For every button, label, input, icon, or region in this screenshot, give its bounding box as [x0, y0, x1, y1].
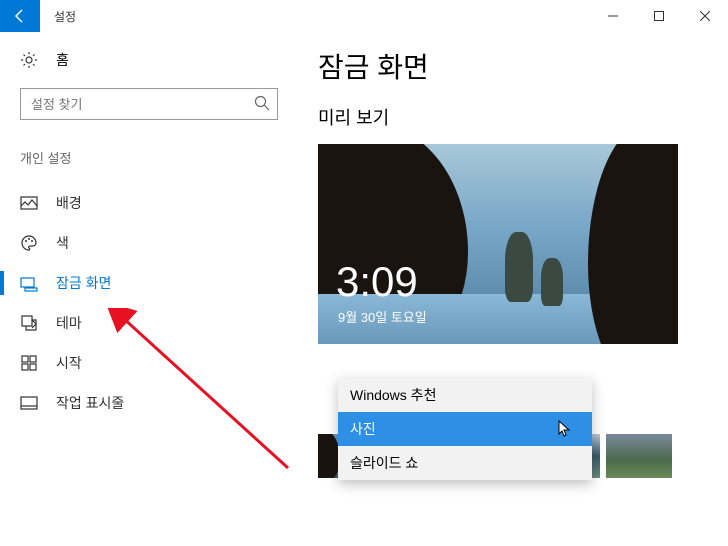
minimize-button[interactable] [590, 0, 636, 32]
taskbar-icon [20, 394, 38, 412]
section-title: 개인 설정 [20, 148, 278, 167]
preview-rock [505, 232, 533, 302]
picture-icon [20, 194, 38, 212]
cursor-icon [558, 420, 572, 441]
dropdown-item-picture[interactable]: 사진 [338, 412, 592, 446]
sidebar-item-label: 작업 표시줄 [56, 393, 124, 413]
themes-icon [20, 314, 38, 332]
lockscreen-preview: 3:09 9월 30일 토요일 [318, 144, 678, 344]
titlebar: 설정 [0, 0, 728, 32]
back-button[interactable] [0, 0, 40, 32]
palette-icon [20, 234, 38, 252]
thumbnail[interactable] [606, 434, 672, 478]
close-button[interactable] [682, 0, 728, 32]
dropdown-item-spotlight[interactable]: Windows 추천 [338, 378, 592, 412]
sidebar: 홈 개인 설정 배경 색 잠금 화면 테마 시작 [0, 32, 298, 546]
sidebar-item-label: 배경 [56, 193, 82, 213]
sidebar-item-themes[interactable]: 테마 [20, 303, 278, 343]
sidebar-item-background[interactable]: 배경 [20, 183, 278, 223]
lockscreen-icon [20, 274, 38, 292]
window-controls [590, 0, 728, 32]
sidebar-item-label: 잠금 화면 [56, 273, 111, 293]
sidebar-item-label: 색 [56, 233, 69, 253]
maximize-icon [654, 11, 664, 21]
minimize-icon [608, 11, 618, 21]
arrow-left-icon [12, 8, 28, 24]
sidebar-item-label: 시작 [56, 353, 82, 373]
window-title: 설정 [54, 8, 76, 25]
home-label: 홈 [56, 50, 69, 70]
preview-time: 3:09 [336, 258, 418, 306]
sidebar-item-lockscreen[interactable]: 잠금 화면 [20, 263, 278, 303]
search-icon [254, 95, 270, 116]
start-icon [20, 354, 38, 372]
search-input[interactable] [20, 88, 278, 120]
background-dropdown[interactable]: Windows 추천 사진 슬라이드 쇼 [338, 378, 592, 480]
gear-icon [20, 51, 38, 69]
sidebar-item-label: 테마 [56, 313, 82, 333]
sidebar-item-colors[interactable]: 색 [20, 223, 278, 263]
sidebar-item-start[interactable]: 시작 [20, 343, 278, 383]
dropdown-item-label: 슬라이드 쇼 [350, 453, 418, 473]
home-link[interactable]: 홈 [20, 50, 278, 70]
maximize-button[interactable] [636, 0, 682, 32]
close-icon [700, 11, 710, 21]
preview-label: 미리 보기 [318, 104, 710, 130]
dropdown-item-label: 사진 [350, 419, 376, 439]
preview-rock [541, 258, 563, 306]
dropdown-item-label: Windows 추천 [350, 385, 436, 405]
dropdown-item-slideshow[interactable]: 슬라이드 쇼 [338, 446, 592, 480]
sidebar-item-taskbar[interactable]: 작업 표시줄 [20, 383, 278, 423]
preview-date: 9월 30일 토요일 [338, 307, 427, 326]
search-box [20, 88, 278, 120]
page-title: 잠금 화면 [318, 46, 710, 86]
